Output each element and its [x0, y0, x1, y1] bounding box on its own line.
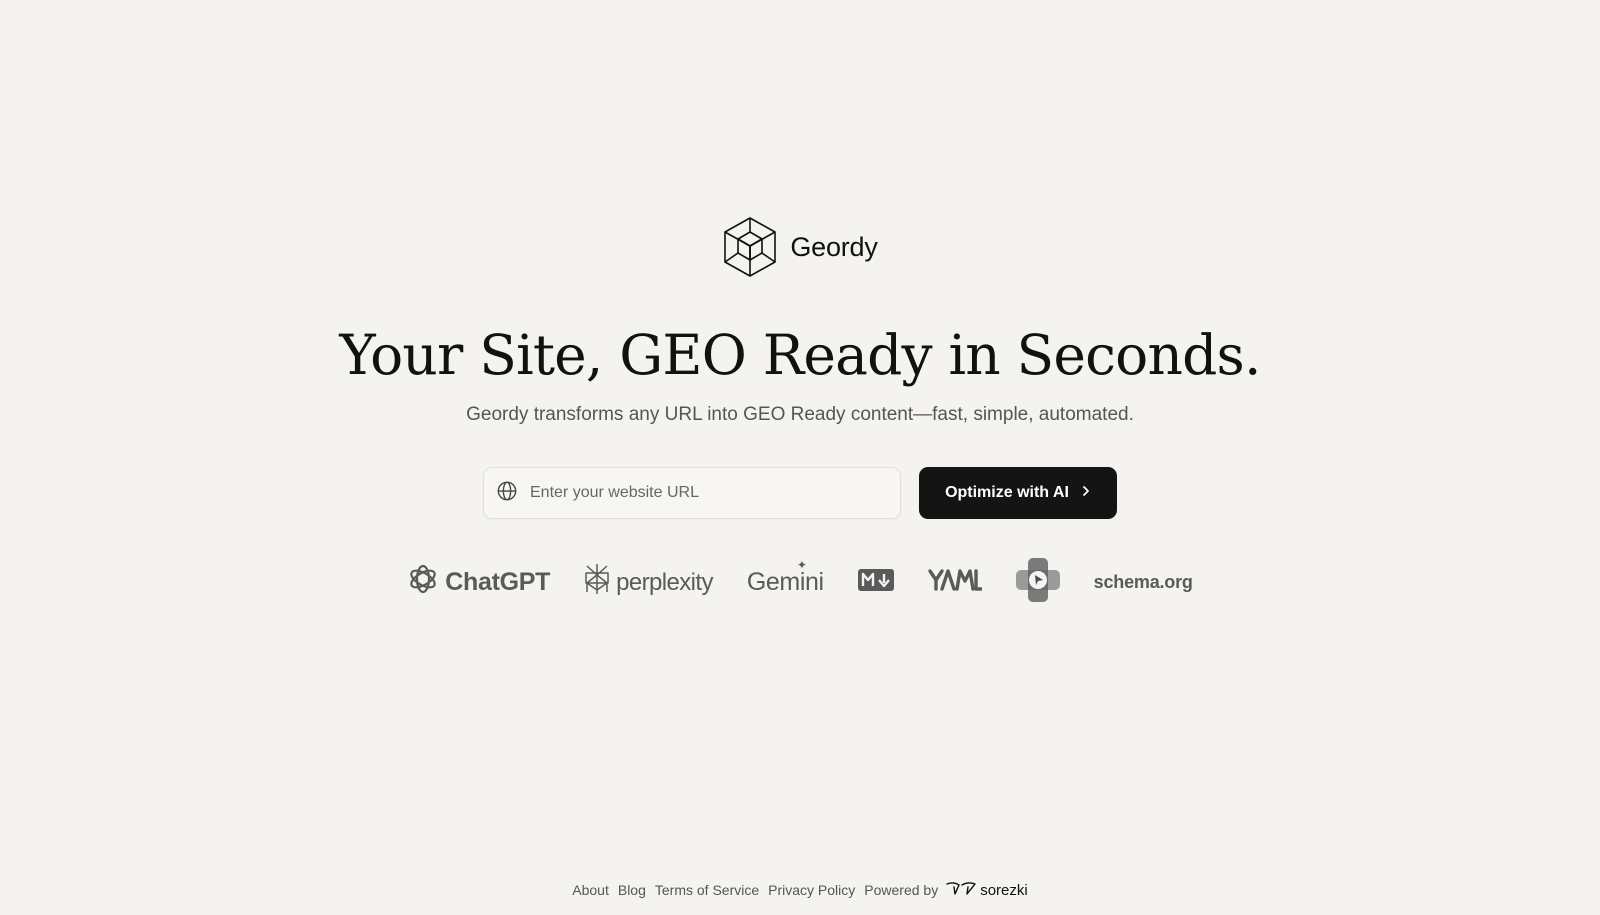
footer-link-blog[interactable]: Blog	[618, 882, 646, 898]
footer-link-about[interactable]: About	[572, 882, 609, 898]
integration-logos: ChatGPT perplexity ✦ Gemini schema.org	[0, 558, 1600, 607]
logo-yaml	[927, 568, 983, 597]
logo-perplexity: perplexity	[584, 563, 713, 602]
openai-icon	[407, 563, 439, 602]
globe-icon	[496, 480, 518, 507]
optimize-button[interactable]: Optimize with AI	[919, 467, 1117, 519]
powered-by: Powered by sorezki	[864, 880, 1027, 900]
logo-schema-label: schema.org	[1093, 572, 1193, 592]
powered-by-label: Powered by	[864, 882, 939, 898]
logo-markdown	[857, 569, 894, 596]
logo-chatgpt-label: ChatGPT	[445, 568, 551, 596]
yaml-icon	[927, 568, 983, 597]
brand-name: Geordy	[790, 231, 878, 262]
logo-gemini-label: Gemini	[746, 568, 824, 596]
logo-gemini: ✦ Gemini	[746, 558, 824, 597]
logo-extension	[1015, 558, 1060, 607]
chevron-right-icon	[1081, 484, 1091, 502]
perplexity-icon	[584, 563, 610, 602]
geometric-cube-icon	[722, 216, 778, 278]
page-title: Your Site, GEO Ready in Seconds.	[339, 323, 1261, 387]
footer-link-terms[interactable]: Terms of Service	[655, 882, 759, 898]
markdown-icon	[857, 569, 894, 596]
sorezki-logo-icon	[946, 880, 976, 900]
footer: About Blog Terms of Service Privacy Poli…	[0, 880, 1600, 900]
brand[interactable]: Geordy	[0, 216, 1600, 278]
url-input[interactable]	[528, 483, 888, 503]
sorezki-brand: sorezki	[980, 881, 1028, 899]
url-form: Optimize with AI	[0, 467, 1600, 519]
page-subtitle: Geordy transforms any URL into GEO Ready…	[466, 404, 1134, 425]
footer-link-privacy[interactable]: Privacy Policy	[768, 882, 855, 898]
logo-perplexity-label: perplexity	[616, 568, 713, 596]
logo-chatgpt: ChatGPT	[407, 563, 550, 602]
gemini-spark-icon: ✦	[796, 558, 807, 572]
logo-schema-org: schema.org	[1094, 572, 1193, 593]
url-input-box[interactable]	[483, 467, 901, 519]
sorezki-link[interactable]: sorezki	[946, 880, 1028, 900]
plugin-icon	[1015, 558, 1060, 607]
optimize-button-label: Optimize with AI	[945, 484, 1069, 501]
